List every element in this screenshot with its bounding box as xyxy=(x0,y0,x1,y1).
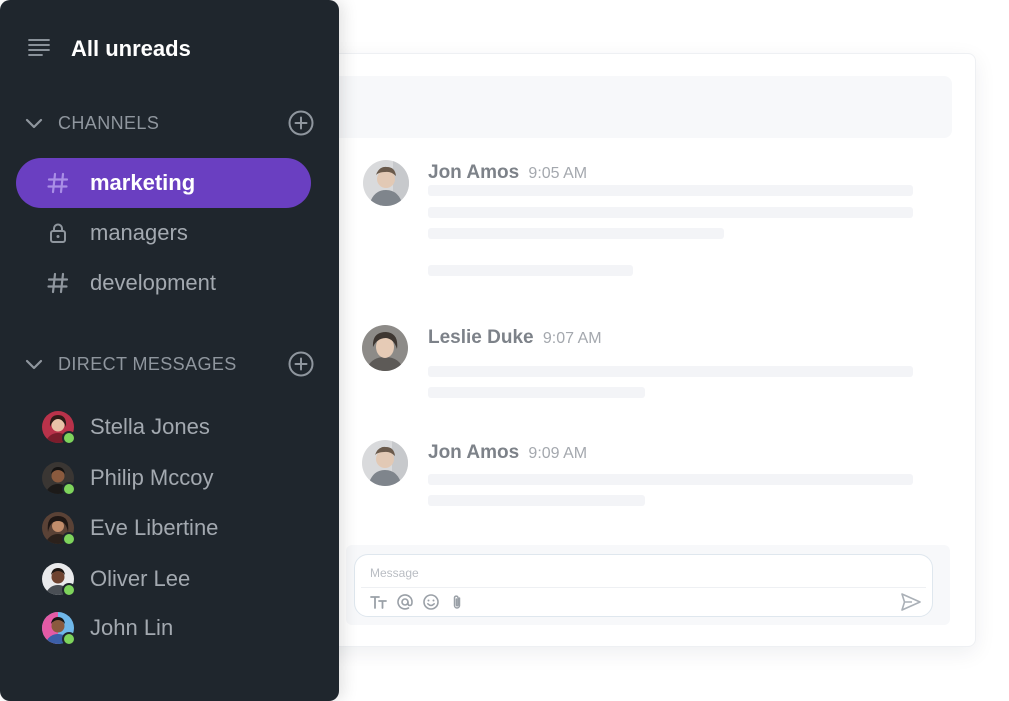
message-text-placeholder xyxy=(428,185,913,196)
channel-label: managers xyxy=(90,220,188,245)
emoji-icon[interactable] xyxy=(421,592,441,612)
lock-icon xyxy=(46,221,70,245)
dm-item-oliver-lee[interactable]: Oliver Lee xyxy=(40,561,310,597)
add-dm-icon[interactable] xyxy=(288,351,314,377)
dm-section-header: DIRECT MESSAGES xyxy=(24,350,314,378)
avatar xyxy=(42,411,76,445)
online-status-dot xyxy=(62,431,76,445)
dm-name: Philip Mccoy xyxy=(90,465,214,490)
message-time: 9:09 AM xyxy=(528,445,588,462)
message-meta: Jon Amos 9:09 AM xyxy=(428,442,587,464)
message-text-placeholder xyxy=(428,207,913,218)
channel-header-placeholder xyxy=(307,76,952,138)
channel-item-marketing[interactable]: marketing xyxy=(16,158,311,208)
message-text-placeholder xyxy=(428,495,645,506)
composer-area xyxy=(346,545,950,625)
online-status-dot xyxy=(62,532,76,546)
channels-section-header: CHANNELS xyxy=(24,109,314,137)
dm-name: Stella Jones xyxy=(90,414,210,439)
avatar xyxy=(42,512,76,546)
message-author[interactable]: Jon Amos xyxy=(428,442,519,463)
dm-item-philip-mccoy[interactable]: Philip Mccoy xyxy=(40,460,310,496)
sidebar-title: All unreads xyxy=(71,36,191,61)
dm-name: John Lin xyxy=(90,615,174,640)
online-status-dot xyxy=(62,632,76,646)
message-author[interactable]: Leslie Duke xyxy=(428,327,534,348)
message-text-placeholder xyxy=(428,366,913,377)
message-time: 9:07 AM xyxy=(542,330,602,347)
dm-item-stella-jones[interactable]: Stella Jones xyxy=(40,409,310,445)
send-icon[interactable] xyxy=(900,592,922,612)
message-text-placeholder xyxy=(428,228,724,239)
message-time: 9:05 AM xyxy=(528,165,588,182)
list-icon xyxy=(28,37,50,62)
all-unreads-link[interactable]: All unreads xyxy=(28,36,191,62)
composer-toolbar xyxy=(369,592,467,612)
dm-name: Oliver Lee xyxy=(90,566,191,591)
channels-section-label[interactable]: CHANNELS xyxy=(58,113,159,134)
online-status-dot xyxy=(62,583,76,597)
message-meta: Jon Amos 9:05 AM xyxy=(428,162,587,184)
dm-item-john-lin[interactable]: John Lin xyxy=(40,610,310,646)
mention-icon[interactable] xyxy=(395,592,415,612)
avatar xyxy=(42,563,76,597)
sidebar: All unreads CHANNELS marketing managers xyxy=(0,0,339,701)
add-channel-icon[interactable] xyxy=(288,110,314,136)
avatar xyxy=(42,462,76,496)
app-window: Jon Amos 9:05 AM Leslie Duke 9:07 AM Jon… xyxy=(0,0,1009,701)
composer-divider xyxy=(361,587,926,588)
dm-section-label[interactable]: DIRECT MESSAGES xyxy=(58,354,237,375)
message-text-placeholder xyxy=(428,474,913,485)
avatar[interactable] xyxy=(362,440,408,486)
text-format-icon[interactable] xyxy=(369,592,389,612)
chevron-down-icon[interactable] xyxy=(24,354,44,374)
avatar[interactable] xyxy=(362,325,408,371)
message-composer xyxy=(354,554,933,617)
channel-label: marketing xyxy=(90,170,196,195)
hash-icon xyxy=(46,171,70,195)
avatar xyxy=(42,612,76,646)
hash-icon xyxy=(46,271,70,295)
chevron-down-icon[interactable] xyxy=(24,113,44,133)
channel-item-development[interactable]: development xyxy=(16,258,311,308)
chat-panel: Jon Amos 9:05 AM Leslie Duke 9:07 AM Jon… xyxy=(290,53,976,647)
message-input[interactable] xyxy=(368,560,912,586)
message-meta: Leslie Duke 9:07 AM xyxy=(428,327,602,349)
dm-item-eve-libertine[interactable]: Eve Libertine xyxy=(40,510,310,546)
channel-label: development xyxy=(90,270,216,295)
online-status-dot xyxy=(62,482,76,496)
message-author[interactable]: Jon Amos xyxy=(428,162,519,183)
attachment-icon[interactable] xyxy=(447,592,467,612)
channel-item-managers[interactable]: managers xyxy=(16,208,311,258)
dm-name: Eve Libertine xyxy=(90,515,219,540)
message-text-placeholder xyxy=(428,387,645,398)
message-text-placeholder xyxy=(428,265,633,276)
avatar[interactable] xyxy=(363,160,409,206)
